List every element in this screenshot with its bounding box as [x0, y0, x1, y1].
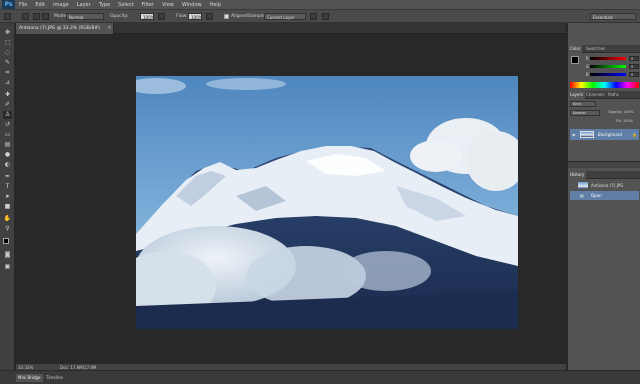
history-snapshot-label: Antisana (7).JPG: [591, 183, 624, 188]
menu-filter[interactable]: Filter: [138, 2, 158, 8]
green-slider[interactable]: [590, 65, 626, 68]
tab-layers[interactable]: Layers: [568, 91, 586, 99]
layer-filter-kind-dropdown[interactable]: Kind: [570, 101, 596, 107]
blue-slider[interactable]: [590, 73, 626, 76]
tab-channels[interactable]: Channels: [584, 91, 607, 99]
color-spectrum-ramp[interactable]: [570, 82, 639, 88]
document-icon: ▤: [580, 193, 584, 198]
red-slider[interactable]: [590, 57, 626, 60]
layer-blend-mode-dropdown[interactable]: Normal: [570, 110, 600, 116]
blur-tool-icon[interactable]: ●: [3, 151, 12, 159]
workspace-dropdown[interactable]: Essentials: [590, 13, 636, 20]
tab-history[interactable]: History: [568, 171, 587, 179]
layers-panel-tabs: Layers Channels Paths: [568, 91, 640, 99]
clone-source-panel-icon[interactable]: [42, 13, 49, 20]
menu-image[interactable]: Image: [49, 2, 73, 8]
blue-value-input[interactable]: 0: [629, 72, 639, 77]
brush-panel-toggle-icon[interactable]: [33, 13, 40, 20]
menu-select[interactable]: Select: [114, 2, 137, 8]
marquee-tool-icon[interactable]: ⬚: [3, 39, 12, 47]
lasso-tool-icon[interactable]: ◌: [3, 49, 12, 57]
menu-layer[interactable]: Layer: [73, 2, 95, 8]
opacity-label: Opacity:: [110, 14, 129, 19]
clone-stamp-tool-icon[interactable]: ♙: [3, 111, 12, 119]
menu-window[interactable]: Window: [178, 2, 206, 8]
tab-mini-bridge[interactable]: Mini Bridge: [16, 374, 43, 382]
menu-view[interactable]: View: [158, 2, 178, 8]
pen-tool-icon[interactable]: ✒: [3, 173, 12, 181]
red-channel-label: R: [586, 56, 589, 61]
quick-selection-tool-icon[interactable]: ✎: [3, 59, 12, 67]
color-panel-tabs: Color Swatches: [568, 45, 640, 53]
opacity-pressure-icon[interactable]: [158, 13, 165, 20]
blue-channel-label: B: [586, 72, 589, 77]
menu-bar: Ps File Edit Image Layer Type Select Fil…: [0, 0, 640, 10]
mode-dropdown[interactable]: Normal: [66, 13, 104, 20]
layer-fill-field[interactable]: Fill: 100%: [616, 119, 633, 123]
eye-icon[interactable]: ◉: [572, 132, 576, 137]
menu-file[interactable]: File: [15, 2, 31, 8]
aligned-label: Aligned: [231, 14, 248, 19]
menu-type[interactable]: Type: [95, 2, 114, 8]
crop-tool-icon[interactable]: ⌗: [3, 69, 12, 77]
history-brush-tool-icon[interactable]: ↺: [3, 121, 12, 129]
healing-brush-tool-icon[interactable]: ✚: [3, 91, 12, 99]
brush-tool-icon[interactable]: ✐: [3, 101, 12, 109]
hand-tool-icon[interactable]: ✋: [3, 215, 12, 223]
sample-dropdown[interactable]: Current Layer: [264, 13, 306, 20]
pressure-size-icon[interactable]: [322, 13, 329, 20]
history-snapshot-row[interactable]: Antisana (7).JPG: [570, 181, 639, 190]
close-icon[interactable]: ×: [107, 26, 112, 31]
gradient-tool-icon[interactable]: ▤: [3, 141, 12, 149]
quick-mask-icon[interactable]: ◙: [3, 251, 12, 259]
clone-stamp-tool-icon[interactable]: [4, 13, 11, 20]
zoom-tool-icon[interactable]: ⚲: [3, 225, 12, 233]
layer-opacity-field[interactable]: Opacity: 100%: [608, 110, 634, 114]
airbrush-icon[interactable]: [206, 13, 213, 20]
menu-edit[interactable]: Edit: [31, 2, 49, 8]
history-panel-tabs: History: [568, 171, 640, 179]
document-canvas-image[interactable]: [136, 76, 518, 329]
layer-thumbnail: [580, 131, 594, 138]
document-status-bar: 33.33% Doc: 17.9M/17.9M: [16, 363, 566, 370]
move-tool-icon[interactable]: ✥: [3, 29, 12, 37]
history-snapshot-thumbnail: [578, 182, 588, 189]
tab-timeline[interactable]: Timeline: [44, 374, 65, 382]
options-bar: Mode: Normal Opacity: 100% Flow: 100% Al…: [0, 10, 640, 23]
screen-mode-icon[interactable]: ▣: [3, 263, 12, 271]
tab-color[interactable]: Color: [568, 45, 583, 53]
green-channel-label: G: [586, 64, 590, 69]
flow-input[interactable]: 100%: [188, 13, 202, 20]
right-panel-dock: Color Swatches R 0 G 0 B 0 Layers Channe…: [567, 23, 640, 370]
brush-preset-picker-icon[interactable]: [22, 13, 29, 20]
layer-name[interactable]: Background: [598, 132, 622, 137]
green-value-input[interactable]: 0: [629, 64, 639, 69]
shape-tool-icon[interactable]: ■: [3, 203, 12, 211]
tools-panel: ✥ ⬚ ◌ ✎ ⌗ ⊿ ✚ ✐ ♙ ↺ ▭ ▤ ● ◐ ✒ T ➤ ■ ✋ ⚲ …: [0, 23, 15, 370]
eyedropper-tool-icon[interactable]: ⊿: [3, 79, 12, 87]
menu-help[interactable]: Help: [206, 2, 225, 8]
layers-panel-footer: [568, 161, 640, 168]
path-selection-tool-icon[interactable]: ➤: [3, 193, 12, 201]
color-foreground-swatch[interactable]: [571, 56, 579, 64]
document-tab[interactable]: Antisana (7).JPG @ 33.3% (RGB/8#): [16, 23, 114, 34]
aligned-checkbox[interactable]: [224, 14, 229, 19]
lock-icon: 🔒: [632, 132, 637, 137]
tab-paths[interactable]: Paths: [606, 91, 621, 99]
foreground-color-swatch[interactable]: [3, 238, 9, 244]
flow-label: Flow:: [176, 14, 188, 19]
history-state-row[interactable]: ▤ Open: [570, 191, 639, 200]
history-state-label: Open: [591, 193, 602, 198]
tab-swatches[interactable]: Swatches: [584, 45, 607, 53]
type-tool-icon[interactable]: T: [3, 183, 12, 191]
bottom-panel-bar: [0, 370, 640, 384]
photoshop-logo: Ps: [2, 0, 15, 9]
red-value-input[interactable]: 0: [629, 56, 639, 61]
opacity-input[interactable]: 100%: [140, 13, 154, 20]
dodge-tool-icon[interactable]: ◐: [3, 161, 12, 169]
ignore-adjustment-layers-icon[interactable]: [310, 13, 317, 20]
layer-row-background[interactable]: ◉ Background 🔒: [570, 129, 639, 140]
eraser-tool-icon[interactable]: ▭: [3, 131, 12, 139]
